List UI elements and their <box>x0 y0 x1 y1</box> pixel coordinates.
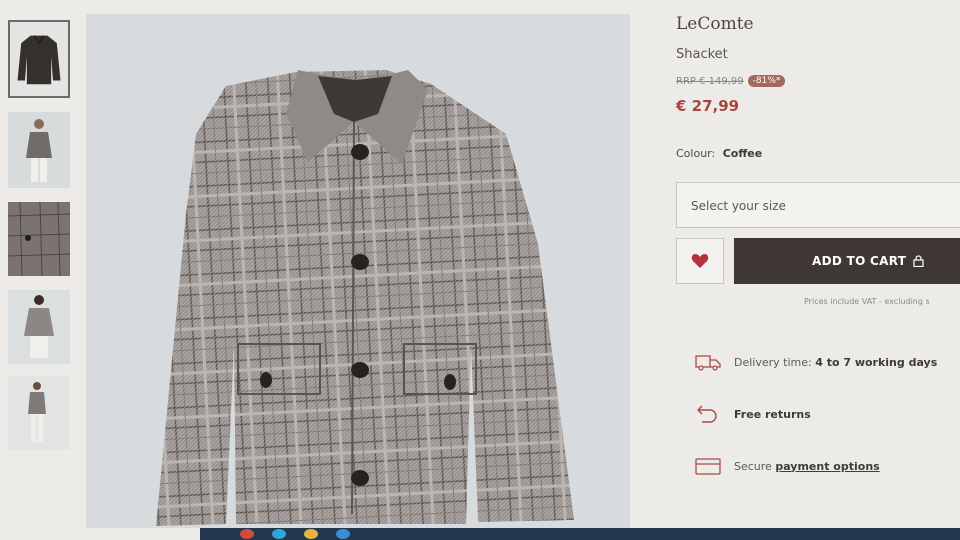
lock-icon <box>913 255 924 267</box>
add-to-cart-label: ADD TO CART <box>812 254 907 268</box>
rrp-price: RRP € 149,99 <box>676 75 744 87</box>
model-full-image <box>8 376 70 450</box>
colour-value: Coffee <box>722 147 763 160</box>
brand-name[interactable]: LeComte <box>676 14 754 34</box>
payment-info: Secure payment options <box>694 456 880 476</box>
model-front-image <box>8 112 70 188</box>
model-back-image <box>8 290 70 364</box>
current-price: € 27,99 <box>676 97 740 115</box>
truck-icon <box>695 355 721 371</box>
jacket-thumbnail-image <box>10 22 68 96</box>
add-to-cart-button[interactable]: ADD TO CART <box>734 238 960 284</box>
taskbar-app-icon[interactable] <box>336 529 350 539</box>
delivery-value: 4 to 7 working days <box>815 355 938 369</box>
thumbnail-model-back[interactable] <box>8 290 70 364</box>
thumbnail-model-full[interactable] <box>8 376 70 450</box>
product-name: Shacket <box>676 47 728 62</box>
payment-options-link[interactable]: payment options <box>775 460 879 473</box>
taskbar-app-icon[interactable] <box>240 529 254 539</box>
rrp-row: RRP € 149,99 -81%* <box>676 75 786 87</box>
returns-info: Free returns <box>694 404 811 424</box>
returns-label: Free returns <box>734 407 811 421</box>
thumbnail-model-front[interactable] <box>8 112 70 188</box>
delivery-info: Delivery time: 4 to 7 working days <box>694 352 937 372</box>
credit-card-icon <box>695 458 721 475</box>
payment-label: Secure <box>734 459 772 473</box>
fabric-detail-image <box>8 202 70 276</box>
main-product-image[interactable] <box>86 14 630 528</box>
thumbnail-front-flat[interactable] <box>8 20 70 98</box>
product-info: LeComte Shacket RRP € 149,99 -81%* € 27,… <box>676 0 960 540</box>
taskbar <box>200 528 960 540</box>
return-arrow-icon <box>697 405 717 423</box>
colour-label: Colour: <box>676 147 716 160</box>
colour-row: Colour: Coffee <box>676 147 762 160</box>
heart-icon <box>691 254 709 268</box>
size-select[interactable]: Select your size <box>676 182 960 228</box>
taskbar-app-icon[interactable] <box>272 529 286 539</box>
discount-badge: -81%* <box>747 75 786 87</box>
taskbar-app-icon[interactable] <box>304 529 318 539</box>
vat-note: Prices include VAT - excluding s <box>804 297 930 306</box>
shacket-photo <box>86 14 630 528</box>
delivery-label: Delivery time: <box>734 355 812 369</box>
wishlist-button[interactable] <box>676 238 724 284</box>
thumbnail-fabric-detail[interactable] <box>8 202 70 276</box>
